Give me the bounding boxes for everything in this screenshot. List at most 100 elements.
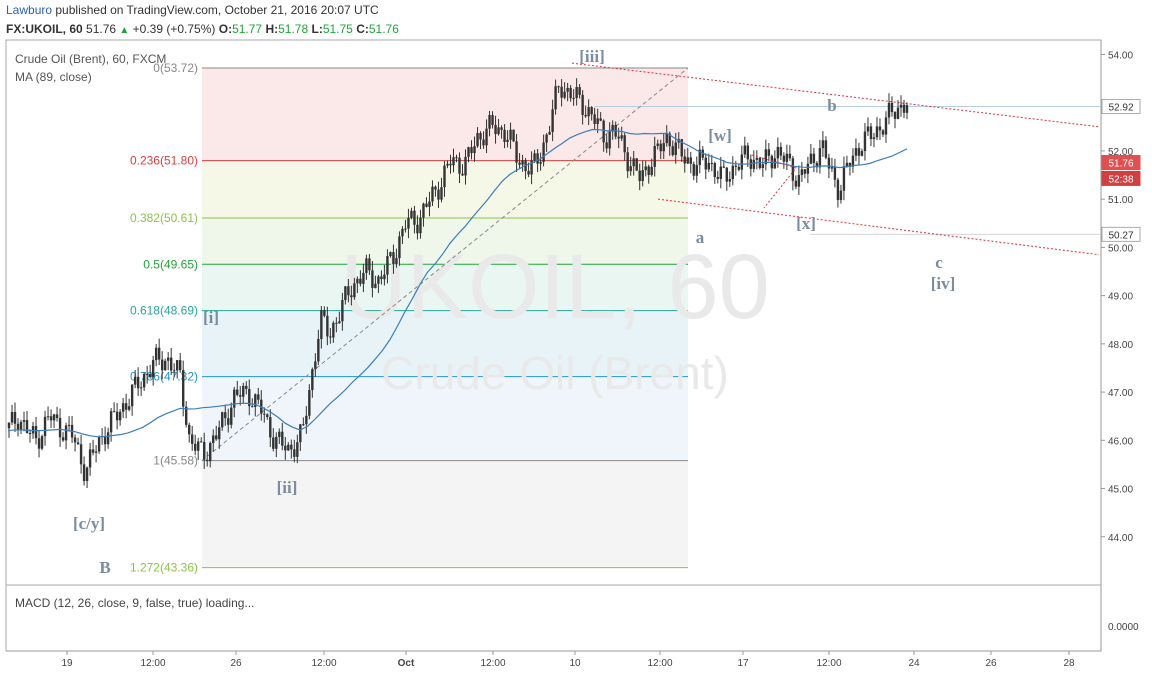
ma-legend: MA (89, close) <box>15 70 92 84</box>
candle-body <box>28 433 32 435</box>
fib-label: 0.786(47.32) <box>130 370 198 384</box>
candle-body <box>22 420 26 422</box>
wave-label: [x] <box>796 214 816 233</box>
candle-body <box>76 442 80 445</box>
candle-body <box>163 360 167 371</box>
candle-body <box>284 445 287 451</box>
watermark-name: Crude Oil (Brent) <box>381 347 729 399</box>
candle-body <box>563 91 566 98</box>
wave-label: B <box>99 558 110 577</box>
candle-body <box>269 417 272 438</box>
candle-body <box>64 425 68 441</box>
candle-body <box>632 158 635 167</box>
candle-body <box>557 86 560 88</box>
candle-body <box>359 278 362 284</box>
chart-stage: { "header": { "author": "Lawburo", "publ… <box>0 0 1152 677</box>
candle-body <box>344 286 347 301</box>
x-tick-label: 12:00 <box>647 658 672 669</box>
y-tick-label: 51.00 <box>1108 195 1133 206</box>
candle-body <box>641 170 644 182</box>
candle-body <box>94 451 98 453</box>
candle-body <box>602 120 605 143</box>
candle-body <box>452 157 455 166</box>
candle-body <box>767 149 771 156</box>
y-tick-label: 44.00 <box>1108 533 1133 544</box>
candle-body <box>398 236 401 259</box>
candle-body <box>401 228 404 237</box>
candle-body <box>581 94 584 115</box>
candle-body <box>368 258 371 271</box>
candle-body <box>425 203 428 207</box>
candle-body <box>527 171 530 175</box>
candle-body <box>542 142 545 162</box>
candle-body <box>812 153 816 163</box>
candle-body <box>43 416 47 437</box>
price-tag-label: 51.76 <box>1108 159 1133 170</box>
candle-body <box>467 147 470 157</box>
candle-body <box>860 151 864 156</box>
candle-body <box>800 169 804 176</box>
candle-body <box>293 449 296 457</box>
candle-body <box>872 137 876 140</box>
candle-body <box>779 146 783 156</box>
candle-body <box>863 131 867 152</box>
candle-body <box>82 464 86 482</box>
candle-body <box>839 190 843 200</box>
candle-body <box>878 126 882 131</box>
candle-body <box>761 164 765 169</box>
candle-body <box>377 276 380 284</box>
fib-label: 0.382(50.61) <box>130 211 198 225</box>
candle-body <box>323 310 326 316</box>
candle-body <box>326 315 329 337</box>
wave-label: a <box>696 228 705 247</box>
candle-body <box>608 131 611 149</box>
candle-body <box>752 159 756 169</box>
candle-body <box>545 134 548 143</box>
candle-body <box>215 435 218 440</box>
candle-body <box>230 407 233 425</box>
candle-body <box>902 104 906 113</box>
candle-body <box>506 139 509 142</box>
candle-body <box>332 322 335 338</box>
price-chart[interactable]: 0(53.72)0.236(51.80)0.382(50.61)0.5(49.6… <box>0 0 1152 677</box>
candle-body <box>281 431 284 446</box>
x-tick-label: 12:00 <box>311 658 336 669</box>
candle-body <box>404 228 407 230</box>
candle-body <box>728 179 732 182</box>
candle-body <box>395 258 398 265</box>
candle-body <box>518 162 521 165</box>
y-tick-label: 50.00 <box>1108 243 1133 254</box>
candle-body <box>746 145 750 160</box>
wave-label: c <box>935 253 943 272</box>
candle-body <box>869 126 873 140</box>
candle-body <box>470 147 473 154</box>
candle-body <box>73 437 77 443</box>
candle-body <box>251 406 254 408</box>
candle-body <box>341 300 344 322</box>
candle-body <box>434 186 437 190</box>
candle-body <box>620 135 623 139</box>
candle-body <box>713 163 716 177</box>
candle-body <box>224 412 227 419</box>
candle-body <box>488 115 491 129</box>
candle-body <box>257 394 260 400</box>
fib-label: 1.272(43.36) <box>130 561 198 575</box>
candle-body <box>785 153 789 162</box>
candle-body <box>302 424 305 426</box>
candle-body <box>19 421 23 430</box>
candle-body <box>356 278 359 284</box>
candle-body <box>605 142 608 149</box>
candle-body <box>314 361 317 370</box>
candle-body <box>142 374 146 388</box>
candle-body <box>737 166 741 170</box>
candle-body <box>353 283 356 298</box>
candle-body <box>566 87 569 92</box>
macd-legend: MACD (12, 26, close, 9, false, true) loa… <box>15 596 255 610</box>
candle-body <box>824 140 828 158</box>
candle-body <box>740 154 744 170</box>
candle-body <box>79 444 83 465</box>
candle-body <box>584 114 587 117</box>
candle-body <box>803 169 807 174</box>
candle-body <box>626 152 629 172</box>
candle-body <box>854 148 858 156</box>
